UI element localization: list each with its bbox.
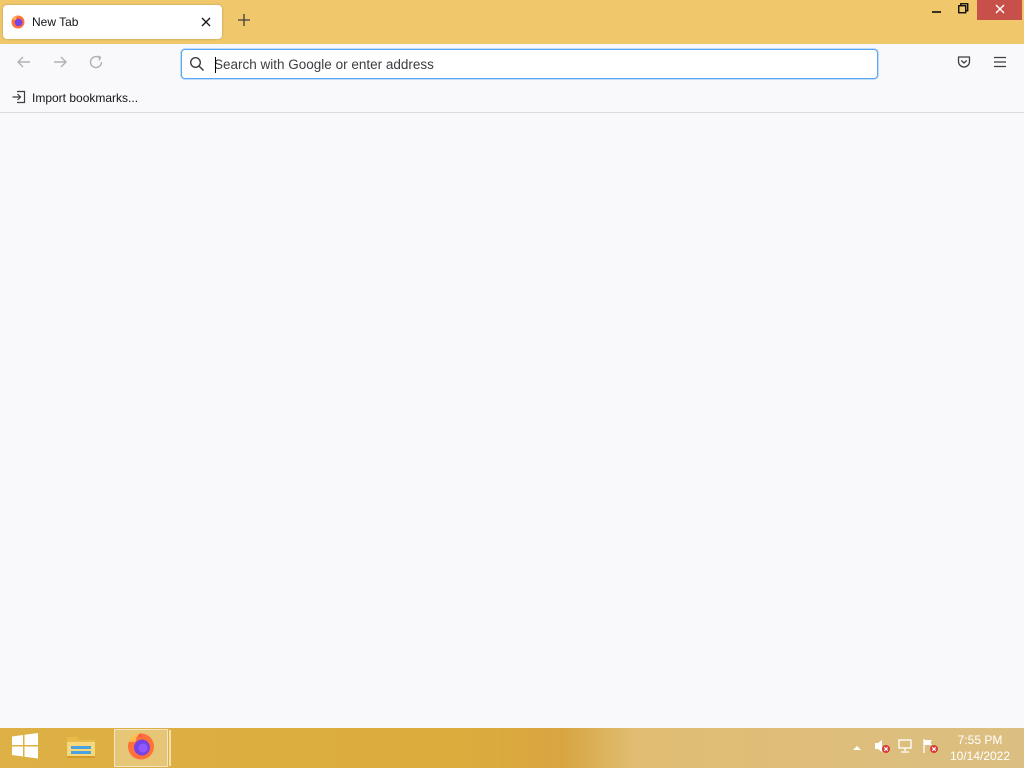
- taskbar: 7:55 PM 10/14/2022: [0, 728, 1024, 768]
- pocket-icon: [956, 54, 972, 75]
- volume-tray-button[interactable]: [872, 728, 892, 768]
- clock-date: 10/14/2022: [949, 749, 1011, 763]
- new-tab-button[interactable]: [232, 10, 256, 34]
- network-tray-button[interactable]: [896, 728, 916, 768]
- address-input[interactable]: [214, 54, 854, 74]
- search-icon: [189, 56, 205, 72]
- minimize-icon: [932, 1, 942, 19]
- import-bookmarks-label: Import bookmarks...: [32, 91, 139, 105]
- menu-icon: [993, 55, 1007, 74]
- back-button[interactable]: [12, 52, 36, 76]
- bookmarks-toolbar: Import bookmarks...: [0, 84, 1024, 113]
- show-hidden-icons-button[interactable]: [850, 728, 864, 768]
- close-icon[interactable]: [196, 12, 216, 32]
- taskbar-file-explorer[interactable]: [54, 729, 108, 767]
- back-icon: [16, 54, 32, 75]
- restore-button[interactable]: [950, 0, 976, 20]
- start-button[interactable]: [0, 728, 50, 768]
- network-icon: [897, 738, 915, 759]
- page-content: [0, 113, 1024, 728]
- restore-icon: [957, 1, 969, 19]
- address-bar[interactable]: [181, 49, 878, 79]
- import-icon: [11, 89, 27, 108]
- minimize-button[interactable]: [924, 0, 950, 20]
- tab-new-tab[interactable]: New Tab: [3, 5, 222, 39]
- taskbar-clock[interactable]: 7:55 PM 10/14/2022: [940, 732, 1020, 764]
- clock-time: 7:55 PM: [957, 733, 1003, 747]
- windows-logo-icon: [11, 732, 39, 765]
- reload-button[interactable]: [84, 52, 108, 76]
- firefox-icon: [11, 15, 25, 29]
- text-caret: [215, 57, 216, 73]
- title-bar: New Tab: [0, 0, 1024, 44]
- chevron-up-icon: [852, 739, 862, 757]
- reload-icon: [88, 54, 104, 75]
- app-menu-button[interactable]: [988, 52, 1012, 76]
- taskbar-divider: [169, 730, 171, 766]
- speaker-muted-icon: [873, 738, 891, 759]
- import-bookmarks-button[interactable]: Import bookmarks...: [11, 89, 138, 107]
- tab-title: New Tab: [32, 15, 79, 29]
- firefox-icon: [126, 731, 156, 766]
- file-explorer-icon: [65, 731, 97, 766]
- pocket-button[interactable]: [952, 52, 976, 76]
- forward-button[interactable]: [48, 52, 72, 76]
- taskbar-firefox[interactable]: [114, 729, 168, 767]
- flag-icon: [921, 738, 939, 759]
- action-center-tray-button[interactable]: [920, 728, 940, 768]
- plus-icon: [237, 13, 251, 32]
- window-close-button[interactable]: [977, 0, 1022, 20]
- close-icon: [995, 1, 1005, 19]
- forward-icon: [52, 54, 68, 75]
